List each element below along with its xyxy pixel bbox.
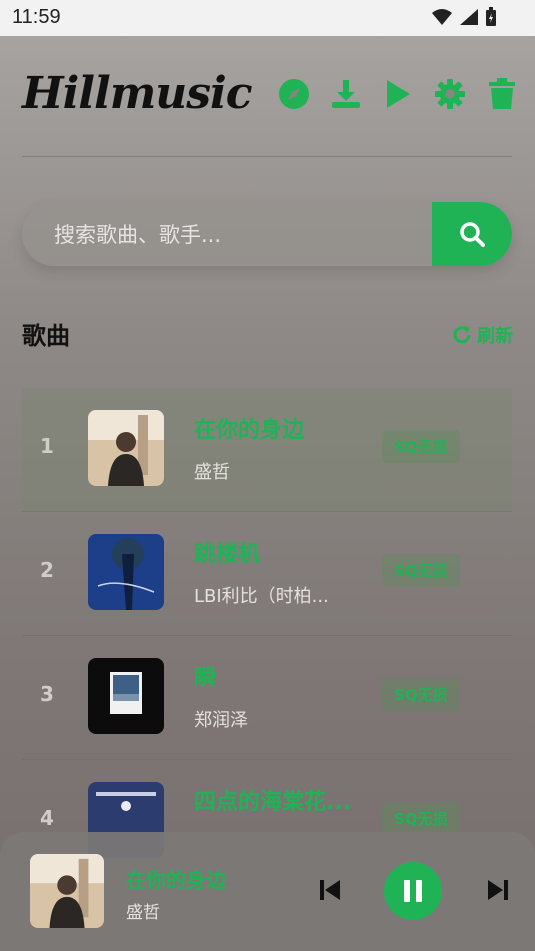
quality-badge: SQ无损 bbox=[382, 678, 460, 711]
explore-button[interactable] bbox=[278, 78, 310, 110]
play-all-button[interactable] bbox=[382, 78, 414, 110]
settings-button[interactable] bbox=[434, 78, 466, 110]
header-divider bbox=[22, 156, 512, 157]
search-bar bbox=[22, 202, 512, 266]
album-cover bbox=[88, 658, 164, 734]
pause-button[interactable] bbox=[384, 862, 442, 920]
player-cover[interactable] bbox=[30, 854, 104, 928]
next-button[interactable] bbox=[484, 876, 512, 904]
search-icon bbox=[460, 222, 485, 247]
song-index: 1 bbox=[40, 434, 54, 458]
status-time: 11:59 bbox=[12, 6, 61, 28]
refresh-label: 刷新 bbox=[477, 326, 513, 347]
song-title: 四点的海棠花... bbox=[194, 790, 352, 815]
app-logo: Hillmusic bbox=[22, 68, 253, 119]
song-artist: 盛哲 bbox=[194, 462, 230, 483]
song-row[interactable]: 1 在你的身边 盛哲 SQ无损 bbox=[22, 388, 512, 512]
signal-icon bbox=[460, 9, 478, 25]
song-index: 4 bbox=[40, 806, 54, 830]
player-title: 在你的身边 bbox=[126, 868, 226, 892]
refresh-button[interactable]: 刷新 bbox=[451, 322, 513, 348]
section-title: 歌曲 bbox=[22, 322, 70, 350]
skip-previous-icon bbox=[320, 880, 340, 900]
trash-icon bbox=[489, 78, 515, 109]
search-button[interactable] bbox=[432, 202, 512, 266]
wifi-icon bbox=[432, 9, 452, 25]
song-title: 跳楼机 bbox=[194, 542, 261, 567]
song-row[interactable]: 2 跳楼机 LBI利比（时柏... SQ无损 bbox=[22, 512, 512, 636]
quality-badge: SQ无损 bbox=[382, 802, 460, 835]
refresh-icon bbox=[453, 326, 471, 344]
status-bar: 11:59 bbox=[0, 0, 535, 36]
song-artist: 郑润泽 bbox=[194, 710, 248, 731]
song-artist: LBI利比（时柏... bbox=[194, 586, 329, 607]
delete-button[interactable] bbox=[486, 78, 518, 110]
skip-next-icon bbox=[488, 880, 508, 900]
quality-badge: SQ无损 bbox=[382, 430, 460, 463]
quality-badge: SQ无损 bbox=[382, 554, 460, 587]
player-artist: 盛哲 bbox=[126, 903, 160, 923]
song-title: 瞬 bbox=[194, 666, 217, 691]
album-cover bbox=[88, 410, 164, 486]
song-list: 1 在你的身边 盛哲 SQ无损 2 跳楼机 LBI利比（时柏... SQ无损 3… bbox=[22, 388, 512, 884]
search-input[interactable] bbox=[52, 202, 426, 266]
compass-icon bbox=[279, 79, 309, 109]
song-index: 2 bbox=[40, 558, 54, 582]
play-icon bbox=[387, 80, 410, 108]
mini-player: 在你的身边 盛哲 bbox=[0, 832, 535, 951]
battery-icon bbox=[486, 7, 496, 26]
toolbar bbox=[278, 78, 518, 110]
download-button[interactable] bbox=[330, 78, 362, 110]
song-index: 3 bbox=[40, 682, 54, 706]
pause-icon bbox=[404, 880, 422, 902]
album-cover bbox=[88, 534, 164, 610]
song-title: 在你的身边 bbox=[194, 418, 305, 443]
song-row[interactable]: 3 瞬 郑润泽 SQ无损 bbox=[22, 636, 512, 760]
previous-button[interactable] bbox=[316, 876, 344, 904]
status-icons bbox=[431, 7, 497, 27]
gear-icon bbox=[435, 79, 465, 109]
download-icon bbox=[332, 80, 360, 108]
